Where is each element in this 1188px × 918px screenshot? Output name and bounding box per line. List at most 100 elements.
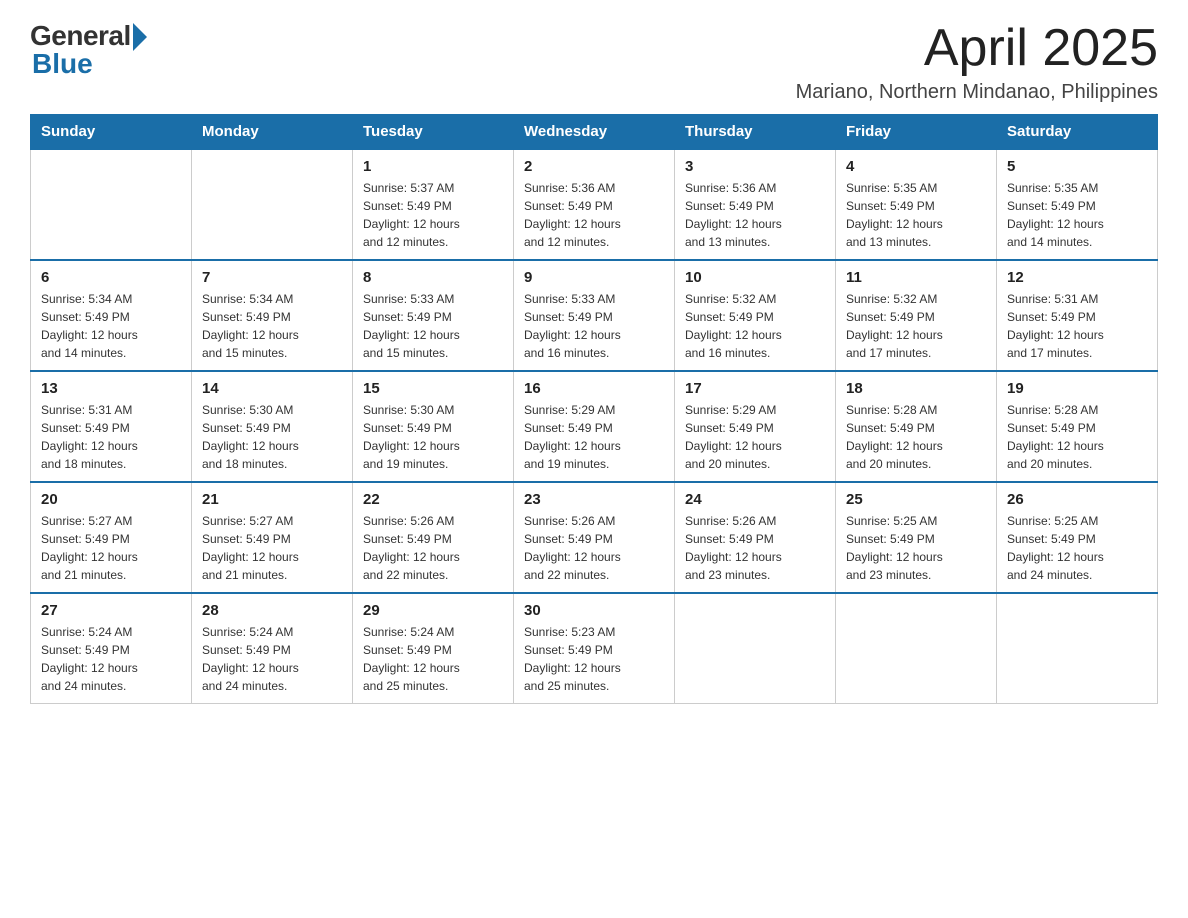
calendar-cell: 16 Sunrise: 5:29 AM Sunset: 5:49 PM Dayli… [514, 371, 675, 482]
day-number: 24 [685, 491, 825, 508]
day-info: Sunrise: 5:26 AM Sunset: 5:49 PM Dayligh… [363, 512, 503, 584]
day-info: Sunrise: 5:26 AM Sunset: 5:49 PM Dayligh… [685, 512, 825, 584]
day-number: 10 [685, 269, 825, 286]
calendar-cell: 28Sunrise: 5:24 AM Sunset: 5:49 PM Dayli… [192, 593, 353, 704]
day-info: Sunrise: 5:31 AM Sunset: 5:49 PM Dayligh… [41, 401, 181, 473]
calendar-cell: 1 Sunrise: 5:37 AM Sunset: 5:49 PM Daylig… [353, 149, 514, 260]
day-number: 29 [363, 602, 503, 619]
calendar-cell: 29 Sunrise: 5:24 AM Sunset: 5:49 PM Dayli… [353, 593, 514, 704]
day-number: 27 [41, 602, 181, 619]
day-info: Sunrise: 5:24 AM Sunset: 5:49 PM Dayligh… [363, 623, 503, 695]
day-info: Sunrise: 5:24 AM Sunset: 5:49 PM Dayligh… [41, 623, 181, 695]
day-number: 13 [41, 380, 181, 397]
day-info: Sunrise: 5:30 AM Sunset: 5:49 PM Dayligh… [363, 401, 503, 473]
day-number: 21 [202, 491, 342, 508]
day-number: 11 [846, 269, 986, 286]
day-number: 12 [1007, 269, 1147, 286]
day-info: Sunrise: 5:33 AM Sunset: 5:49 PM Dayligh… [363, 290, 503, 362]
day-info: Sunrise: 5:33 AM Sunset: 5:49 PM Dayligh… [524, 290, 664, 362]
day-info: Sunrise: 5:36 AM Sunset: 5:49 PM Dayligh… [524, 179, 664, 251]
day-info: Sunrise: 5:35 AM Sunset: 5:49 PM Dayligh… [1007, 179, 1147, 251]
day-number: 16 [524, 380, 664, 397]
calendar-week-row: 27 Sunrise: 5:24 AM Sunset: 5:49 PM Dayli… [31, 593, 1158, 704]
calendar-cell: 24 Sunrise: 5:26 AM Sunset: 5:49 PM Dayli… [675, 482, 836, 593]
calendar-cell: 2 Sunrise: 5:36 AM Sunset: 5:49 PM Daylig… [514, 149, 675, 260]
calendar-cell: 6 Sunrise: 5:34 AM Sunset: 5:49 PM Daylig… [31, 260, 192, 371]
calendar-cell [192, 149, 353, 260]
month-year-title: April 2025 [796, 20, 1158, 77]
calendar-cell: 7 Sunrise: 5:34 AM Sunset: 5:49 PM Daylig… [192, 260, 353, 371]
day-number: 9 [524, 269, 664, 286]
calendar-cell: 14 Sunrise: 5:30 AM Sunset: 5:49 PM Dayli… [192, 371, 353, 482]
day-info: Sunrise: 5:32 AM Sunset: 5:49 PM Dayligh… [685, 290, 825, 362]
day-number: 20 [41, 491, 181, 508]
calendar-cell: 15 Sunrise: 5:30 AM Sunset: 5:49 PM Dayli… [353, 371, 514, 482]
calendar-cell: 12 Sunrise: 5:31 AM Sunset: 5:49 PM Dayli… [997, 260, 1158, 371]
calendar-table: SundayMondayTuesdayWednesdayThursdayFrid… [30, 114, 1158, 704]
logo: General Blue [30, 20, 147, 80]
day-info: Sunrise: 5:32 AM Sunset: 5:49 PM Dayligh… [846, 290, 986, 362]
calendar-cell: 22 Sunrise: 5:26 AM Sunset: 5:49 PM Dayli… [353, 482, 514, 593]
calendar-cell: 17Sunrise: 5:29 AM Sunset: 5:49 PM Dayli… [675, 371, 836, 482]
day-number: 8 [363, 269, 503, 286]
calendar-cell: 8 Sunrise: 5:33 AM Sunset: 5:49 PM Daylig… [353, 260, 514, 371]
day-info: Sunrise: 5:37 AM Sunset: 5:49 PM Dayligh… [363, 179, 503, 251]
day-info: Sunrise: 5:29 AM Sunset: 5:49 PM Dayligh… [524, 401, 664, 473]
day-info: Sunrise: 5:31 AM Sunset: 5:49 PM Dayligh… [1007, 290, 1147, 362]
day-number: 14 [202, 380, 342, 397]
logo-arrow-icon [133, 23, 147, 51]
day-number: 7 [202, 269, 342, 286]
day-number: 17 [685, 380, 825, 397]
calendar-cell: 30 Sunrise: 5:23 AM Sunset: 5:49 PM Dayli… [514, 593, 675, 704]
day-number: 15 [363, 380, 503, 397]
day-number: 30 [524, 602, 664, 619]
day-number: 25 [846, 491, 986, 508]
day-info: Sunrise: 5:28 AM Sunset: 5:49 PM Dayligh… [1007, 401, 1147, 473]
day-info: Sunrise: 5:27 AM Sunset: 5:49 PM Dayligh… [41, 512, 181, 584]
calendar-cell: 3 Sunrise: 5:36 AM Sunset: 5:49 PM Daylig… [675, 149, 836, 260]
calendar-cell: 27 Sunrise: 5:24 AM Sunset: 5:49 PM Dayli… [31, 593, 192, 704]
calendar-cell: 19Sunrise: 5:28 AM Sunset: 5:49 PM Dayli… [997, 371, 1158, 482]
day-info: Sunrise: 5:28 AM Sunset: 5:49 PM Dayligh… [846, 401, 986, 473]
page-header: General Blue April 2025 Mariano, Norther… [30, 20, 1158, 104]
day-number: 18 [846, 380, 986, 397]
calendar-cell: 10 Sunrise: 5:32 AM Sunset: 5:49 PM Dayli… [675, 260, 836, 371]
day-number: 2 [524, 158, 664, 175]
day-number: 6 [41, 269, 181, 286]
title-block: April 2025 Mariano, Northern Mindanao, P… [796, 20, 1158, 104]
day-info: Sunrise: 5:36 AM Sunset: 5:49 PM Dayligh… [685, 179, 825, 251]
calendar-cell: 11 Sunrise: 5:32 AM Sunset: 5:49 PM Dayli… [836, 260, 997, 371]
col-header-tuesday: Tuesday [353, 115, 514, 150]
calendar-cell [836, 593, 997, 704]
col-header-friday: Friday [836, 115, 997, 150]
day-number: 1 [363, 158, 503, 175]
day-info: Sunrise: 5:25 AM Sunset: 5:49 PM Dayligh… [1007, 512, 1147, 584]
calendar-cell [997, 593, 1158, 704]
col-header-thursday: Thursday [675, 115, 836, 150]
day-info: Sunrise: 5:26 AM Sunset: 5:49 PM Dayligh… [524, 512, 664, 584]
day-info: Sunrise: 5:23 AM Sunset: 5:49 PM Dayligh… [524, 623, 664, 695]
day-number: 3 [685, 158, 825, 175]
calendar-cell: 26Sunrise: 5:25 AM Sunset: 5:49 PM Dayli… [997, 482, 1158, 593]
calendar-header-row: SundayMondayTuesdayWednesdayThursdayFrid… [31, 115, 1158, 150]
day-info: Sunrise: 5:27 AM Sunset: 5:49 PM Dayligh… [202, 512, 342, 584]
calendar-week-row: 20 Sunrise: 5:27 AM Sunset: 5:49 PM Dayli… [31, 482, 1158, 593]
col-header-sunday: Sunday [31, 115, 192, 150]
calendar-cell: 21 Sunrise: 5:27 AM Sunset: 5:49 PM Dayli… [192, 482, 353, 593]
day-number: 4 [846, 158, 986, 175]
calendar-cell: 20 Sunrise: 5:27 AM Sunset: 5:49 PM Dayli… [31, 482, 192, 593]
day-info: Sunrise: 5:35 AM Sunset: 5:49 PM Dayligh… [846, 179, 986, 251]
calendar-cell [675, 593, 836, 704]
col-header-monday: Monday [192, 115, 353, 150]
col-header-wednesday: Wednesday [514, 115, 675, 150]
day-number: 23 [524, 491, 664, 508]
day-info: Sunrise: 5:25 AM Sunset: 5:49 PM Dayligh… [846, 512, 986, 584]
location-subtitle: Mariano, Northern Mindanao, Philippines [796, 81, 1158, 104]
col-header-saturday: Saturday [997, 115, 1158, 150]
day-info: Sunrise: 5:24 AM Sunset: 5:49 PM Dayligh… [202, 623, 342, 695]
day-info: Sunrise: 5:30 AM Sunset: 5:49 PM Dayligh… [202, 401, 342, 473]
day-info: Sunrise: 5:34 AM Sunset: 5:49 PM Dayligh… [41, 290, 181, 362]
day-number: 22 [363, 491, 503, 508]
calendar-cell: 4 Sunrise: 5:35 AM Sunset: 5:49 PM Daylig… [836, 149, 997, 260]
day-info: Sunrise: 5:34 AM Sunset: 5:49 PM Dayligh… [202, 290, 342, 362]
